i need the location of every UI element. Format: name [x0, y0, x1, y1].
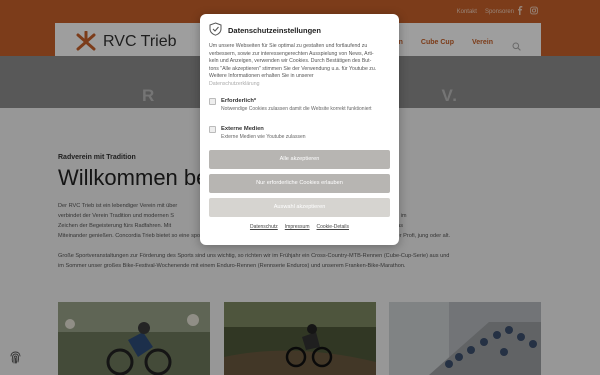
dialog-footer-links: Datenschutz Impressum Cookie-Details [200, 224, 399, 230]
accept-selection-button[interactable]: Auswahl akzeptieren [209, 198, 390, 217]
shield-check-icon [209, 22, 222, 41]
body-line: Um unsere Webseiten für Sie optimal zu g… [209, 43, 368, 49]
dialog-title: Datenschutzeinstellungen [228, 26, 321, 35]
body-line: verbessern, sowie zur interessengerechte… [209, 50, 374, 57]
privacy-policy-link[interactable]: Datenschutzerklärung [209, 81, 389, 89]
checkbox-required[interactable] [209, 98, 216, 105]
body-line: Weitere Informationen erhalten Sie in un… [209, 73, 314, 80]
footer-link-datenschutz[interactable]: Datenschutz [250, 224, 278, 230]
dialog-body: Um unsere Webseiten für Sie optimal zu g… [209, 43, 389, 89]
option-required-title: Erforderlich* [221, 98, 257, 104]
fingerprint-icon[interactable] [8, 350, 23, 365]
cookie-consent-dialog: Datenschutzeinstellungen Um unsere Webse… [200, 14, 399, 245]
option-external-media-desc: Externe Medien wie Youtube zulassen [221, 134, 306, 140]
accept-all-button[interactable]: Alle akzeptieren [209, 150, 390, 169]
footer-link-cookie-details[interactable]: Cookie-Details [317, 224, 350, 230]
checkbox-external-media[interactable] [209, 126, 216, 133]
option-external-media-title: Externe Medien [221, 126, 264, 132]
body-line: keln und Anzeigen, verwenden wir Cookies… [209, 58, 372, 65]
footer-link-impressum[interactable]: Impressum [285, 224, 310, 230]
required-only-button[interactable]: Nur erforderliche Cookies erlauben [209, 174, 390, 193]
body-line: tons "Alle akzeptieren" stimmen Sie der … [209, 65, 377, 72]
option-required-desc: Notwendige Cookies zulassen damit die We… [221, 106, 372, 112]
